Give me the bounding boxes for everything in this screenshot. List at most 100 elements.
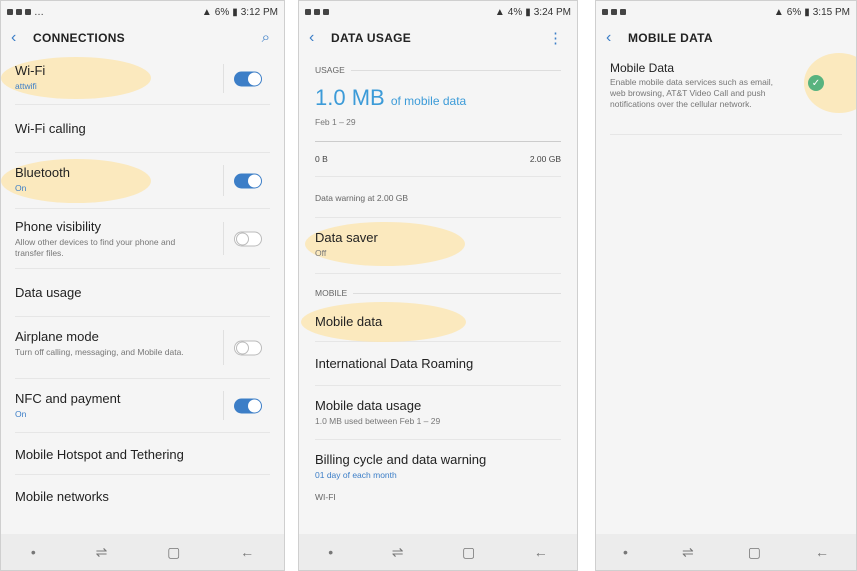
item-title: Airplane mode	[15, 329, 99, 344]
home-icon[interactable]: ▢	[167, 544, 180, 561]
list-item-mobile-data[interactable]: Mobile Data Enable mobile data services …	[610, 53, 856, 135]
item-title: Wi-Fi	[15, 63, 46, 78]
divider	[223, 390, 224, 421]
item-title: Phone visibility	[15, 219, 101, 234]
more-options-icon[interactable]: ⋮	[548, 29, 563, 47]
status-time: 3:24 PM	[533, 6, 571, 18]
recent-apps-icon[interactable]: ⇌	[392, 544, 404, 561]
divider	[223, 165, 224, 196]
phone-visibility-toggle[interactable]	[234, 231, 262, 246]
usage-bar	[315, 141, 561, 142]
nav-dot-icon[interactable]: •	[328, 544, 333, 560]
item-subtitle: Enable mobile data services such as emai…	[610, 77, 773, 109]
item-subtitle: Off	[315, 248, 327, 258]
app-bar: ‹ CONNECTIONS ⌕	[1, 23, 284, 53]
usage-amount: 1.0 MB of mobile data	[315, 85, 467, 110]
item-title: Mobile data usage	[315, 398, 422, 413]
page-title: DATA USAGE	[331, 31, 412, 45]
page-title: MOBILE DATA	[628, 31, 713, 45]
list-item-data-usage[interactable]: Data usage	[15, 269, 270, 317]
bluetooth-toggle[interactable]	[234, 173, 262, 188]
item-title: Bluetooth	[15, 165, 70, 180]
notification-icon	[323, 9, 329, 15]
mobile-data-screen: ▲ 6% ▮ 3:15 PM ‹ MOBILE DATA Mobile Data En…	[595, 0, 857, 571]
home-icon[interactable]: ▢	[462, 544, 475, 561]
search-icon[interactable]: ⌕	[262, 29, 270, 46]
home-icon[interactable]: ▢	[748, 544, 761, 561]
back-nav-icon[interactable]: ←	[815, 544, 829, 560]
item-title: Mobile Hotspot and Tethering	[15, 447, 184, 462]
status-time: 3:15 PM	[812, 6, 850, 18]
wifi-toggle[interactable]	[234, 71, 262, 86]
battery-percent: 4%	[507, 6, 523, 18]
data-usage-list: USAGE 1.0 MB of mobile data Feb 1 – 29 0…	[299, 65, 577, 502]
settings-list: Wi-Fi attwifi Wi-Fi calling Bluetooth On…	[1, 53, 284, 517]
notification-icon	[602, 9, 608, 15]
item-subtitle: attwifi	[15, 81, 37, 91]
app-bar: ‹ MOBILE DATA	[596, 23, 856, 53]
navigation-bar: • ⇌ ▢ ←	[1, 534, 284, 570]
mobile-data-list: Mobile Data Enable mobile data services …	[596, 53, 856, 135]
status-bar: ▲ 4% ▮ 3:24 PM	[299, 1, 577, 23]
status-time: 3:12 PM	[240, 6, 278, 18]
item-subtitle: 1.0 MB used between Feb 1 – 29	[315, 416, 441, 426]
item-title: International Data Roaming	[315, 356, 474, 371]
item-title: Mobile networks	[15, 489, 109, 504]
notification-icon	[314, 9, 320, 15]
list-item-phone-visibility[interactable]: Phone visibility Allow other devices to …	[15, 209, 270, 269]
item-title: NFC and payment	[15, 391, 121, 406]
list-item-billing-cycle[interactable]: Billing cycle and data warning 01 day of…	[315, 440, 561, 490]
item-subtitle: Turn off calling, messaging, and Mobile …	[15, 347, 184, 357]
data-usage-screen: ▲ 4% ▮ 3:24 PM ‹ DATA USAGE ⋮ USAGE 1.0 MB …	[298, 0, 578, 571]
item-title: Billing cycle and data warning	[315, 452, 487, 467]
notification-icon	[620, 9, 626, 15]
list-item-wifi[interactable]: Wi-Fi attwifi	[1, 53, 270, 105]
divider	[223, 221, 224, 255]
connections-screen: … ▲ 6% ▮ 3:12 PM ‹ CONNECTIONS ⌕ Wi-Fi attw…	[0, 0, 285, 571]
list-item-international-roaming[interactable]: International Data Roaming	[315, 342, 561, 386]
page-title: CONNECTIONS	[33, 31, 125, 45]
back-nav-icon[interactable]: ←	[534, 544, 548, 560]
list-item-wifi-calling[interactable]: Wi-Fi calling	[15, 105, 270, 153]
item-title: Data saver	[315, 230, 378, 245]
status-bar: ▲ 6% ▮ 3:15 PM	[596, 1, 856, 23]
recent-apps-icon[interactable]: ⇌	[682, 544, 694, 561]
back-icon[interactable]: ‹	[309, 29, 331, 47]
navigation-bar: • ⇌ ▢ ←	[299, 534, 577, 570]
back-icon[interactable]: ‹	[606, 29, 628, 47]
notification-icon	[16, 9, 22, 15]
back-nav-icon[interactable]: ←	[240, 544, 254, 560]
section-header-wifi: WI-FI	[315, 492, 336, 502]
battery-icon: ▮	[232, 6, 238, 18]
nav-dot-icon[interactable]: •	[623, 544, 628, 560]
list-item-hotspot[interactable]: Mobile Hotspot and Tethering	[15, 433, 270, 475]
back-icon[interactable]: ‹	[11, 29, 33, 47]
mobile-data-check-icon[interactable]: ✓	[808, 75, 824, 91]
list-item-mobile-networks[interactable]: Mobile networks	[15, 475, 270, 517]
item-subtitle: Allow other devices to find your phone a…	[15, 237, 176, 258]
signal-icon: ▲	[494, 6, 505, 18]
status-bar: … ▲ 6% ▮ 3:12 PM	[1, 1, 284, 23]
item-subtitle: On	[15, 183, 27, 193]
airplane-mode-toggle[interactable]	[234, 340, 262, 355]
app-bar: ‹ DATA USAGE ⋮	[299, 23, 577, 53]
list-item-mobile-data[interactable]: Mobile data	[301, 298, 561, 342]
battery-percent: 6%	[786, 6, 802, 18]
data-warning-text: Data warning at 2.00 GB	[315, 177, 561, 218]
section-header-mobile: MOBILE	[315, 288, 561, 298]
battery-icon: ▮	[525, 6, 531, 18]
item-subtitle: On	[15, 409, 27, 419]
list-item-data-saver[interactable]: Data saver Off	[305, 218, 561, 274]
list-item-mobile-data-usage[interactable]: Mobile data usage 1.0 MB used between Fe…	[315, 386, 561, 440]
recent-apps-icon[interactable]: ⇌	[96, 544, 108, 561]
notification-icon	[25, 9, 31, 15]
nav-dot-icon[interactable]: •	[31, 544, 36, 560]
list-item-bluetooth[interactable]: Bluetooth On	[1, 153, 270, 209]
nfc-toggle[interactable]	[234, 398, 262, 413]
navigation-bar: • ⇌ ▢ ←	[596, 534, 856, 570]
usage-period: Feb 1 – 29	[315, 117, 356, 127]
list-item-nfc[interactable]: NFC and payment On	[15, 379, 270, 433]
divider	[223, 330, 224, 365]
list-item-airplane-mode[interactable]: Airplane mode Turn off calling, messagin…	[15, 317, 270, 379]
notification-icon	[611, 9, 617, 15]
